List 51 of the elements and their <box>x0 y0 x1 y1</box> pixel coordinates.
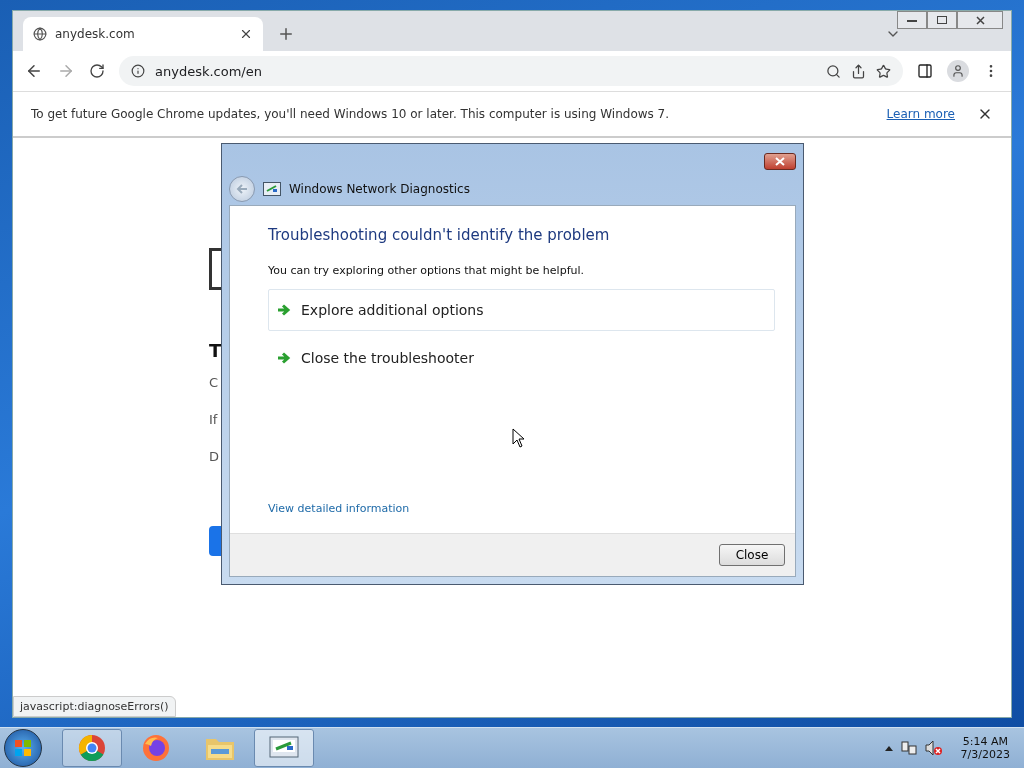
dialog-intro: You can try exploring other options that might be helpful. <box>268 264 586 277</box>
windows-logo <box>14 739 32 757</box>
side-panel-icon[interactable] <box>917 63 933 79</box>
search-icon[interactable] <box>826 63 841 79</box>
share-icon[interactable] <box>851 63 866 79</box>
minimize-icon <box>907 18 917 22</box>
option-link[interactable]: Explore additional options <box>268 289 775 331</box>
learn-more-link[interactable]: Learn more <box>886 107 955 121</box>
mouse-cursor-icon <box>512 428 526 448</box>
network-icon[interactable] <box>900 740 917 756</box>
page-heading: T <box>209 340 222 361</box>
page-text: D <box>209 449 220 464</box>
tab-title: anydesk.com <box>55 27 136 41</box>
muted-speaker-icon[interactable] <box>924 740 943 756</box>
restore-icon <box>937 16 947 24</box>
close-button[interactable] <box>764 153 796 170</box>
browser-tab[interactable]: anydesk.com <box>23 17 263 51</box>
infobar-message: To get future Google Chrome updates, you'll need Windows 10 or later. This computer is using Windows 7. <box>31 107 671 121</box>
network-diagnostics-icon <box>269 736 299 760</box>
arrow-right-icon <box>277 352 291 364</box>
start-button[interactable] <box>4 729 42 767</box>
new-tab-icon[interactable] <box>277 25 295 43</box>
option-link[interactable]: Close the troubleshooter <box>268 337 775 379</box>
dialog-title: Windows Network Diagnostics <box>289 182 470 196</box>
address-bar[interactable]: anydesk.com/en <box>119 56 903 86</box>
taskbar-app[interactable] <box>254 729 314 767</box>
reload-icon[interactable] <box>89 63 105 79</box>
clock[interactable]: 5:14 AM 7/3/2023 <box>960 735 1010 761</box>
close-button[interactable]: Close <box>719 544 785 566</box>
globe-icon <box>33 27 47 41</box>
close-icon <box>975 15 985 25</box>
star-icon[interactable] <box>876 63 891 79</box>
page-text: If <box>209 412 219 427</box>
back-icon[interactable] <box>25 62 43 80</box>
back-icon <box>236 184 248 194</box>
minimize-button[interactable] <box>897 11 927 29</box>
network-diagnostics-icon <box>263 182 281 196</box>
firefox-icon <box>142 734 170 762</box>
restore-button[interactable] <box>927 11 957 29</box>
arrow-right-icon <box>277 304 291 316</box>
chrome-icon <box>78 734 106 762</box>
info-icon <box>131 64 145 78</box>
dialog-heading: Troubleshooting couldn't identify the problem <box>268 226 611 244</box>
taskbar-app[interactable] <box>62 729 122 767</box>
page-text: C <box>209 375 220 390</box>
details-link[interactable]: View detailed information <box>268 502 775 515</box>
close-icon <box>775 157 785 166</box>
close-icon[interactable] <box>239 27 253 41</box>
show-hidden-icon[interactable] <box>884 745 893 751</box>
status-url: javascript:diagnoseErrors() <box>13 696 176 717</box>
profile-icon[interactable] <box>947 60 969 82</box>
